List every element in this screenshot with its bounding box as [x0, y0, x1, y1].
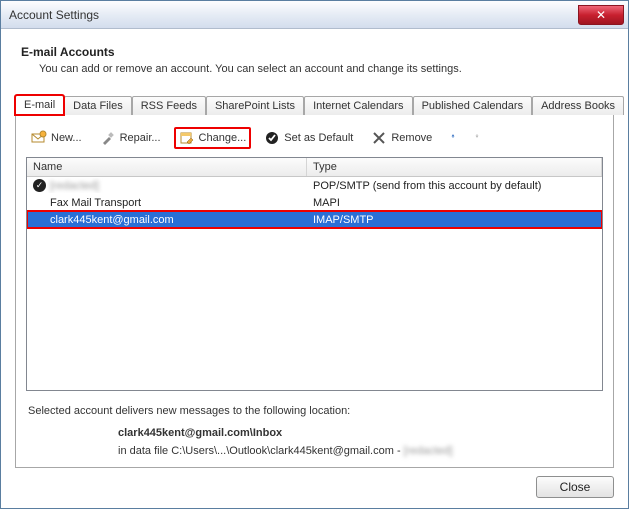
- delivery-location-folder: clark445kent@gmail.com\Inbox: [118, 427, 601, 439]
- close-window-button[interactable]: ✕: [578, 5, 624, 25]
- new-account-button[interactable]: New...: [26, 127, 87, 149]
- window-title: Account Settings: [9, 8, 578, 22]
- repair-label: Repair...: [120, 132, 161, 144]
- column-header-name[interactable]: Name: [27, 158, 307, 176]
- tab-email[interactable]: E-mail: [15, 95, 64, 115]
- delivery-lead: Selected account delivers new messages t…: [28, 405, 601, 417]
- header-description: You can add or remove an account. You ca…: [39, 63, 614, 75]
- set-default-button[interactable]: Set as Default: [259, 127, 358, 149]
- account-name: clark445kent@gmail.com: [50, 214, 174, 226]
- tab-address-books[interactable]: Address Books: [532, 96, 624, 115]
- tab-panel-email: New... Repair... Change...: [15, 115, 614, 468]
- toolbar: New... Repair... Change...: [26, 125, 603, 157]
- account-type: MAPI: [307, 196, 602, 210]
- dialog-buttons: Close: [15, 468, 614, 498]
- repair-account-button[interactable]: Repair...: [95, 127, 166, 149]
- default-label: Set as Default: [284, 132, 353, 144]
- tab-data-files[interactable]: Data Files: [64, 96, 132, 115]
- remove-icon: [371, 130, 387, 146]
- column-header-type[interactable]: Type: [307, 158, 602, 176]
- remove-account-button[interactable]: Remove: [366, 127, 437, 149]
- account-type: POP/SMTP (send from this account by defa…: [307, 179, 602, 193]
- titlebar: Account Settings ✕: [1, 1, 628, 29]
- header-block: E-mail Accounts You can add or remove an…: [21, 45, 614, 75]
- new-mail-icon: [31, 130, 47, 146]
- change-icon: [179, 130, 195, 146]
- delivery-location-path: in data file C:\Users\...\Outlook\clark4…: [118, 445, 404, 457]
- remove-label: Remove: [391, 132, 432, 144]
- account-name: Fax Mail Transport: [50, 197, 141, 209]
- list-header: Name Type: [27, 158, 602, 177]
- tab-strip: E-mail Data Files RSS Feeds SharePoint L…: [15, 93, 614, 115]
- account-settings-window: Account Settings ✕ E-mail Accounts You c…: [0, 0, 629, 509]
- tab-published-calendars[interactable]: Published Calendars: [413, 96, 533, 115]
- repair-icon: [100, 130, 116, 146]
- new-label: New...: [51, 132, 82, 144]
- change-account-button[interactable]: Change...: [174, 127, 252, 149]
- tab-internet-calendars[interactable]: Internet Calendars: [304, 96, 413, 115]
- table-row[interactable]: ✓ [redacted] POP/SMTP (send from this ac…: [27, 177, 602, 194]
- close-icon: ✕: [596, 8, 606, 22]
- account-type: IMAP/SMTP: [307, 213, 602, 227]
- move-up-button[interactable]: [445, 130, 461, 146]
- content-area: E-mail Accounts You can add or remove an…: [1, 29, 628, 508]
- move-down-button[interactable]: [469, 130, 485, 146]
- account-name: [redacted]: [50, 180, 99, 192]
- table-row[interactable]: clark445kent@gmail.com IMAP/SMTP: [27, 211, 602, 228]
- account-list: Name Type ✓ [redacted] POP/SMTP (send fr…: [26, 157, 603, 391]
- tab-sharepoint-lists[interactable]: SharePoint Lists: [206, 96, 304, 115]
- change-label: Change...: [199, 132, 247, 144]
- delivery-location-path-redacted: [redacted]: [404, 445, 453, 457]
- delivery-location-block: Selected account delivers new messages t…: [28, 405, 601, 457]
- close-button[interactable]: Close: [536, 476, 614, 498]
- default-account-icon: ✓: [33, 179, 46, 192]
- table-row[interactable]: Fax Mail Transport MAPI: [27, 194, 602, 211]
- arrow-down-icon: [474, 130, 480, 146]
- header-title: E-mail Accounts: [21, 45, 614, 59]
- tab-rss-feeds[interactable]: RSS Feeds: [132, 96, 206, 115]
- default-check-icon: [264, 130, 280, 146]
- arrow-up-icon: [450, 130, 456, 146]
